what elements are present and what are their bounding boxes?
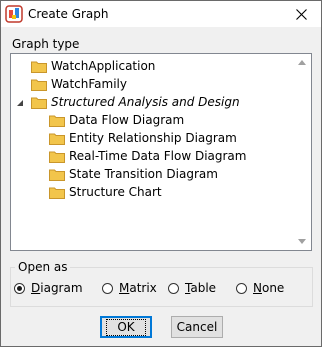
radio-button-none[interactable] bbox=[236, 282, 247, 294]
scroll-down-icon[interactable] bbox=[298, 239, 306, 245]
radio-button-matrix[interactable] bbox=[102, 282, 113, 294]
radio-label-none: None bbox=[253, 281, 285, 295]
close-button[interactable] bbox=[281, 1, 321, 27]
folder-icon bbox=[49, 133, 65, 145]
close-icon bbox=[295, 8, 307, 20]
tree-item-label: Real-Time Data Flow Diagram bbox=[69, 149, 247, 163]
radio-label-table: Table bbox=[185, 281, 217, 295]
tree-item-real-time-data-flow-diagram[interactable]: Real-Time Data Flow Diagram bbox=[49, 147, 246, 165]
tree-item-structured-analysis-and-design[interactable]: Structured Analysis and Design bbox=[31, 93, 240, 111]
cancel-button[interactable]: Cancel bbox=[171, 316, 223, 338]
tree-item-watchfamily[interactable]: WatchFamily bbox=[31, 75, 127, 93]
open-as-label: Open as bbox=[15, 260, 71, 274]
cancel-button-label: Cancel bbox=[176, 320, 218, 334]
radio-label-matrix: Matrix bbox=[119, 281, 157, 295]
tree-item-label: Data Flow Diagram bbox=[69, 113, 185, 127]
radio-diagram[interactable]: Diagram bbox=[14, 280, 83, 296]
graph-type-tree[interactable]: WatchApplication WatchFamily Structured … bbox=[10, 53, 312, 251]
graph-type-label: Graph type bbox=[12, 37, 80, 51]
folder-icon bbox=[31, 61, 47, 73]
tree-item-label: WatchApplication bbox=[51, 59, 156, 73]
window-title: Create Graph bbox=[28, 7, 109, 21]
tree-item-entity-relationship-diagram[interactable]: Entity Relationship Diagram bbox=[49, 129, 237, 147]
folder-icon bbox=[49, 151, 65, 163]
radio-button-diagram[interactable] bbox=[14, 282, 25, 294]
tree-item-label: Entity Relationship Diagram bbox=[69, 131, 237, 145]
folder-icon bbox=[31, 79, 47, 91]
radio-table[interactable]: Table bbox=[168, 280, 216, 296]
ok-button-label: OK bbox=[106, 318, 146, 336]
folder-icon bbox=[49, 115, 65, 127]
tree-item-watchapplication[interactable]: WatchApplication bbox=[31, 57, 155, 75]
radio-label-diagram: Diagram bbox=[31, 281, 83, 295]
tree-item-state-transition-diagram[interactable]: State Transition Diagram bbox=[49, 165, 218, 183]
title-bar: Create Graph bbox=[1, 1, 321, 27]
radio-button-table[interactable] bbox=[168, 282, 179, 294]
tree-item-label: Structured Analysis and Design bbox=[51, 95, 240, 109]
tree-item-label: State Transition Diagram bbox=[69, 167, 218, 181]
folder-icon bbox=[31, 97, 47, 109]
app-icon bbox=[5, 5, 23, 23]
folder-icon bbox=[49, 169, 65, 181]
tree-item-label: Structure Chart bbox=[69, 185, 162, 199]
collapse-arrow-icon[interactable] bbox=[16, 99, 24, 107]
tree-item-label: WatchFamily bbox=[51, 77, 127, 91]
tree-item-structure-chart[interactable]: Structure Chart bbox=[49, 183, 162, 201]
radio-none[interactable]: None bbox=[236, 280, 284, 296]
radio-matrix[interactable]: Matrix bbox=[102, 280, 157, 296]
create-graph-dialog: Create Graph Graph type WatchApplication… bbox=[0, 0, 322, 347]
ok-button[interactable]: OK bbox=[100, 316, 152, 338]
scroll-up-icon[interactable] bbox=[298, 59, 306, 65]
tree-item-data-flow-diagram[interactable]: Data Flow Diagram bbox=[49, 111, 184, 129]
folder-icon bbox=[49, 187, 65, 199]
